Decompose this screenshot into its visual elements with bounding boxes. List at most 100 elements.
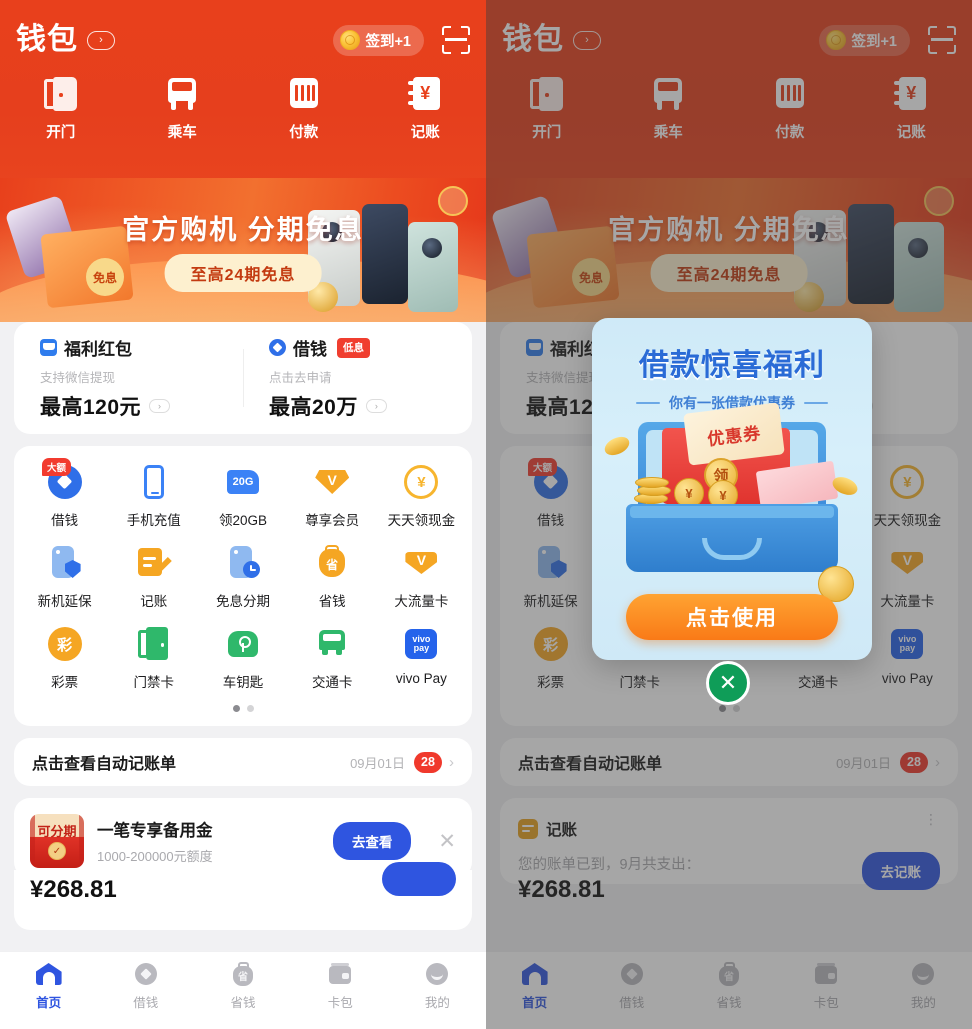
header-bar: 钱包 › 签到+1: [0, 16, 486, 64]
home-icon: [35, 961, 62, 987]
sim-20g-text: 20G: [226, 470, 259, 494]
installment-thumb-text: 可分期: [37, 824, 77, 839]
promo-name: 借钱: [293, 340, 327, 359]
tab-label: 省钱: [230, 996, 256, 1010]
grid-pager[interactable]: [20, 691, 466, 716]
grid-item-data-card[interactable]: V 大流量卡: [377, 545, 466, 610]
grid-item-lottery[interactable]: 彩 彩票: [20, 626, 109, 691]
tab-home[interactable]: 首页: [0, 961, 97, 1011]
promo-banner[interactable]: 免息 官方购机 分期免息 至高24期免息: [0, 178, 486, 322]
grid-label: 记账: [140, 594, 168, 609]
loan-coupon-modal: 借款惊喜福利 你有一张借款优惠券 优惠券 领 ¥ ¥ 点击使用: [592, 318, 872, 660]
auto-ledger-chevron-icon[interactable]: ›: [449, 754, 454, 771]
savings-icon: 省: [230, 961, 256, 987]
grid-item-bookkeeping[interactable]: 记账: [109, 545, 198, 610]
promo-amount: 最高120元: [40, 396, 142, 419]
lottery-icon: 彩: [47, 626, 83, 662]
installment-seal-icon: ✓: [48, 842, 66, 860]
grid-item-loan[interactable]: 大额 借钱: [20, 458, 109, 529]
grid-label: 大流量卡: [394, 594, 449, 609]
auto-ledger-title: 点击查看自动记账单: [32, 756, 177, 773]
grid-item-warranty[interactable]: 新机延保: [20, 545, 109, 610]
sign-in-label: 签到+1: [365, 33, 411, 50]
grid-item-transit-card[interactable]: 交通卡: [288, 626, 377, 691]
sign-in-button[interactable]: 签到+1: [333, 24, 424, 56]
data-card-text: V: [405, 552, 438, 574]
reserve-fund-view-button[interactable]: 去查看: [332, 822, 412, 860]
profile-icon: [424, 961, 450, 987]
grid-item-vivo-pay[interactable]: vivo pay vivo Pay: [377, 626, 466, 691]
phone-screen-left: 钱包 › 签到+1 开门 乘车 付款 ¥ 记账 免息 官方购机 分期免息 至高2…: [0, 0, 486, 1029]
quick-action-label: 开门: [46, 125, 76, 141]
auto-ledger-row[interactable]: 点击查看自动记账单 09月01日 28 ›: [14, 738, 472, 786]
tab-loan[interactable]: 借钱: [97, 961, 194, 1011]
red-envelope-icon: [40, 339, 57, 356]
modal-rule-left: [636, 402, 660, 404]
banner-tag-label: 免息: [86, 258, 124, 296]
promo-chevron-icon[interactable]: ›: [365, 399, 387, 413]
quick-action-door[interactable]: 开门: [0, 76, 122, 142]
suitcase-illustration: 优惠券 领 ¥ ¥: [626, 402, 839, 572]
quick-action-pay[interactable]: 付款: [243, 76, 365, 142]
service-grid: 大额 借钱 手机充值 20G 领20GB V 尊享会员 ¥ 天天领现金 新机延保…: [20, 458, 466, 691]
title-chevron-icon[interactable]: ›: [87, 30, 115, 50]
clipped-action-button[interactable]: [382, 862, 456, 896]
tab-label: 卡包: [327, 996, 353, 1010]
savings-bag-icon: 省: [314, 545, 350, 581]
promo-chevron-icon[interactable]: ›: [149, 399, 171, 413]
bus-icon: [164, 76, 200, 112]
grid-item-vip[interactable]: V 尊享会员: [288, 464, 377, 529]
reserve-fund-close-icon[interactable]: ✕: [438, 829, 456, 854]
dual-screenshot-stage: 钱包 › 签到+1 开门 乘车 付款 ¥ 记账 免息 官方购机 分期免息 至高2…: [0, 0, 972, 1029]
grid-label: 车钥匙: [222, 675, 264, 690]
tab-label: 首页: [36, 996, 62, 1010]
modal-title: 借款惊喜福利: [639, 349, 825, 382]
pager-dot-1[interactable]: [232, 705, 240, 712]
installment-clock-icon: [225, 545, 261, 581]
grid-item-car-key[interactable]: 车钥匙: [198, 626, 287, 691]
phone-recharge-icon: [136, 464, 172, 500]
quick-action-ledger[interactable]: ¥ 记账: [365, 76, 487, 142]
grid-label: 新机延保: [37, 594, 92, 609]
scan-icon[interactable]: [442, 26, 470, 54]
promo-item-red-envelope[interactable]: 福利红包 支持微信提现 最高120元 ›: [14, 335, 243, 421]
data-card-icon: V: [403, 545, 439, 581]
close-icon[interactable]: ✕: [706, 661, 750, 705]
quick-action-label: 乘车: [167, 125, 197, 141]
phone-screen-right: 钱包 › 签到+1 开门 乘车 付款 ¥ 记账 免息 官方购机 分期免息 至高2…: [486, 0, 972, 1029]
reserve-fund-card: 可分期 ✓ 一笔专享备用金 1000-200000元额度 去查看 ✕ ¥268.…: [14, 798, 472, 930]
grid-item-savings[interactable]: 省 省钱: [288, 545, 377, 610]
quick-action-bus[interactable]: 乘车: [122, 76, 244, 142]
grid-item-phone-recharge[interactable]: 手机充值: [109, 464, 198, 529]
grid-label: 尊享会员: [305, 513, 360, 528]
tab-savings[interactable]: 省 省钱: [194, 961, 291, 1011]
door-icon: [43, 76, 79, 112]
gold-coin-stack-icon: [634, 472, 678, 504]
loan-icon: [133, 961, 159, 987]
grid-label: 交通卡: [311, 675, 353, 690]
banner-pill[interactable]: 至高24期免息: [164, 254, 322, 292]
loan-diamond-icon: [269, 339, 286, 356]
bottom-tab-bar: 首页 借钱 省 省钱 卡包 我的: [0, 951, 486, 1029]
promo-badge: 低息: [337, 337, 370, 358]
grid-item-20gb[interactable]: 20G 领20GB: [198, 464, 287, 529]
grid-label: 借钱: [51, 513, 79, 528]
reserve-fund-title: 一笔专享备用金: [97, 822, 213, 840]
gold-coin-icon: [340, 30, 361, 50]
tab-wallet[interactable]: 卡包: [292, 961, 389, 1011]
modal-use-button[interactable]: 点击使用: [626, 594, 838, 640]
clipped-card-below: ¥268.81: [14, 862, 472, 930]
grid-item-installment[interactable]: 免息分期: [198, 545, 287, 610]
pager-dot-2[interactable]: [246, 705, 254, 712]
vivo-pay-text-2: pay: [413, 643, 430, 653]
grid-label: vivo Pay: [395, 671, 447, 686]
clipped-amount: ¥268.81: [30, 876, 117, 903]
tab-profile[interactable]: 我的: [389, 961, 486, 1011]
installment-thumb-icon: 可分期 ✓: [30, 814, 84, 868]
promo-item-loan[interactable]: 借钱 低息 点击去申请 最高20万 ›: [243, 335, 472, 421]
grid-item-daily-cash[interactable]: ¥ 天天领现金: [377, 464, 466, 529]
grid-item-access-card[interactable]: 门禁卡: [109, 626, 198, 691]
yuan-coin-text: ¥: [404, 465, 439, 499]
modal-rule-right: [804, 402, 828, 404]
grid-label: 门禁卡: [133, 675, 175, 690]
